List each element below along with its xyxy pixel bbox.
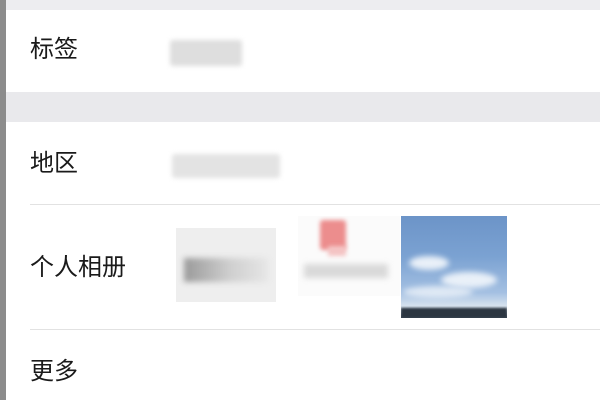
album-label: 个人相册 <box>30 253 126 281</box>
thumbnail-blur <box>328 246 346 256</box>
tags-group: 标签 <box>6 10 600 92</box>
cloud-shape <box>403 286 473 298</box>
album-thumbnail-2 <box>298 216 400 296</box>
album-thumbnail-1 <box>176 228 276 302</box>
details-group: 地区 个人相册 更多 <box>6 122 600 400</box>
cloud-shape <box>409 256 449 270</box>
tags-value-redacted <box>170 40 242 66</box>
region-row[interactable]: 地区 <box>6 122 600 204</box>
top-separator <box>6 0 600 10</box>
more-row[interactable]: 更多 <box>6 330 600 400</box>
region-label: 地区 <box>30 149 78 177</box>
tags-row[interactable]: 标签 <box>6 10 600 92</box>
more-label: 更多 <box>30 357 78 385</box>
region-value-redacted <box>172 154 280 178</box>
thumbnail-blur <box>304 264 388 278</box>
album-thumbnail-3-sky-photo <box>401 216 507 318</box>
album-row[interactable]: 个人相册 <box>6 205 600 329</box>
thumbnail-ground <box>401 308 507 318</box>
thumbnail-blur <box>184 258 268 282</box>
tags-label: 标签 <box>30 35 78 63</box>
